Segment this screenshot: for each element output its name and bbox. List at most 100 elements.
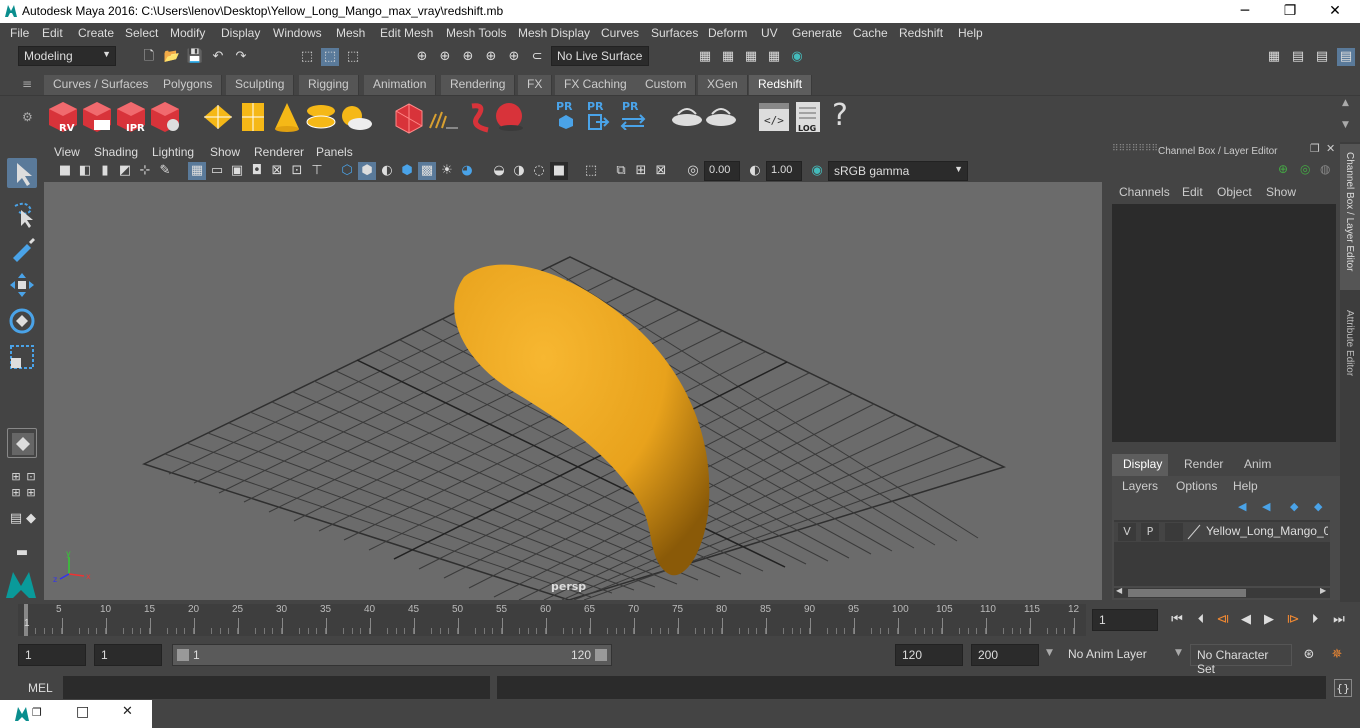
select-component-icon[interactable]: ⬚ — [344, 48, 362, 66]
exposure-icon[interactable]: ◎ — [684, 162, 702, 180]
redo-icon[interactable]: ↷ — [232, 48, 250, 66]
float-panel-icon[interactable]: ❐ — [1310, 142, 1320, 155]
menu-mesh[interactable]: Mesh — [336, 26, 365, 40]
film-gate-icon[interactable]: ▭ — [208, 162, 226, 180]
open-scene-icon[interactable]: 📂 — [163, 48, 181, 66]
rs-pr-export-icon[interactable] — [588, 114, 610, 130]
resolution-gate-icon[interactable]: ▣ — [228, 162, 246, 180]
channel-box-toggle-icon[interactable]: ▤ — [1337, 48, 1355, 66]
image-plane-icon[interactable]: ◩ — [116, 162, 134, 180]
textured-icon[interactable]: ⬢ — [398, 162, 416, 180]
close-window-icon[interactable]: ✕ — [122, 704, 133, 719]
side-tab-attribute-editor[interactable]: Attribute Editor — [1340, 302, 1360, 392]
motion-blur-icon[interactable]: ◒ — [490, 162, 508, 180]
shelf-menu-icon[interactable]: ≡ — [22, 77, 32, 91]
close-panel-icon[interactable]: ✕ — [1326, 142, 1335, 155]
layer-tab-render[interactable]: Render — [1174, 454, 1234, 476]
range-end-handle[interactable] — [595, 649, 607, 661]
safe-title-icon[interactable]: ⊤ — [308, 162, 326, 180]
render-settings-icon[interactable]: ▦ — [765, 48, 783, 66]
isolate-select-icon[interactable]: ⬚ — [582, 162, 600, 180]
use-lights-icon[interactable]: ▩ — [418, 162, 436, 180]
channel-manip-icon[interactable]: ◎ — [1300, 162, 1310, 176]
render-view-rv-icon[interactable]: RV — [46, 100, 80, 134]
move-layer-up-icon[interactable]: ◀ — [1238, 500, 1246, 513]
camera-icon[interactable]: ■ — [56, 162, 74, 180]
ipr-render-icon[interactable]: ▦ — [742, 48, 760, 66]
smooth-shade-icon[interactable]: ⬢ — [358, 162, 376, 180]
rs-sun-sky-icon[interactable] — [338, 102, 374, 132]
go-to-end-icon[interactable]: ⏭ — [1330, 611, 1348, 629]
rotate-tool-icon[interactable] — [7, 306, 37, 336]
maya-home-icon[interactable] — [4, 570, 38, 600]
quad-layout-icon[interactable] — [7, 428, 37, 458]
rs-spot-light-icon[interactable] — [272, 101, 302, 133]
render-current-icon[interactable]: ▦ — [719, 48, 737, 66]
rs-ies-light-icon[interactable] — [304, 102, 338, 132]
animation-prefs-icon[interactable]: ✵ — [1328, 646, 1346, 664]
2d-pan-icon[interactable]: ⊹ — [136, 162, 154, 180]
safe-action-icon[interactable]: ⊡ — [288, 162, 306, 180]
tool-settings-toggle-icon[interactable]: ▤ — [1313, 48, 1331, 66]
menu-modify[interactable]: Modify — [170, 26, 205, 40]
shelf-scroll-up-icon[interactable]: ▲ — [1342, 98, 1349, 108]
rs-curve-icon[interactable] — [464, 100, 494, 134]
snap-curve-icon[interactable]: ⊕ — [436, 48, 454, 66]
panel-grip-icon[interactable]: ⠿⠿⠿⠿⠿⠿⠿ — [1112, 144, 1158, 154]
live-surface-field[interactable]: No Live Surface — [551, 46, 649, 66]
help-icon[interactable]: ? — [832, 98, 848, 133]
xray-active-icon[interactable]: ⊞ — [632, 162, 650, 180]
cb-menu-edit[interactable]: Edit — [1182, 185, 1203, 199]
anim-layer-dropdown[interactable]: No Anim Layer — [1062, 644, 1162, 666]
menu-display[interactable]: Display — [221, 26, 260, 40]
menu-uv[interactable]: UV — [761, 26, 778, 40]
panel-menu-lighting[interactable]: Lighting — [152, 145, 194, 159]
cb-menu-channels[interactable]: Channels — [1119, 185, 1170, 199]
workspace-dropdown[interactable]: Modeling ▼ — [18, 46, 116, 66]
modeling-toolkit-icon[interactable]: ▦ — [1265, 48, 1283, 66]
gate-mask-icon[interactable]: ◘ — [248, 162, 266, 180]
layer-menu-options[interactable]: Options — [1176, 479, 1217, 493]
rs-portal-light-icon[interactable] — [240, 101, 266, 133]
rs-hair-icon[interactable] — [426, 106, 460, 132]
layout-toggle-icon[interactable]: ▬ — [7, 544, 37, 562]
depth-of-field-icon[interactable]: ◌ — [530, 162, 548, 180]
tab-curves-surfaces[interactable]: Curves / Surfaces — [44, 75, 159, 95]
bookmark-icon[interactable]: ▮ — [96, 162, 114, 180]
snap-surface-icon[interactable]: ⊕ — [505, 48, 523, 66]
playback-start-field[interactable]: 1 — [94, 644, 162, 666]
layer-h-scrollbar[interactable]: ◀ ▶ — [1114, 586, 1330, 598]
auto-key-icon[interactable]: ⊛ — [1300, 646, 1318, 664]
menu-edit-mesh[interactable]: Edit Mesh — [380, 26, 433, 40]
panel-menu-view[interactable]: View — [54, 145, 80, 159]
snap-view-icon[interactable]: ⊕ — [482, 48, 500, 66]
character-set-dropdown[interactable]: No Character Set — [1190, 644, 1292, 676]
magnet-icon[interactable]: ⊂ — [528, 48, 546, 66]
animation-end-field[interactable]: 200 — [971, 644, 1039, 666]
menu-help[interactable]: Help — [958, 26, 983, 40]
layer-menu-help[interactable]: Help — [1233, 479, 1258, 493]
render-settings-gear-icon[interactable] — [148, 100, 182, 134]
layout-outliner-icon[interactable]: ⊞ — [22, 484, 40, 502]
colorspace-dropdown[interactable]: sRGB gamma ▼ — [828, 161, 968, 181]
layer-menu-layers[interactable]: Layers — [1122, 479, 1158, 493]
snap-point-icon[interactable]: ⊕ — [459, 48, 477, 66]
rs-proxy-icon[interactable] — [394, 102, 424, 134]
hud-icon[interactable]: ⊠ — [652, 162, 670, 180]
restore-window-icon[interactable]: □ — [76, 704, 89, 720]
channel-display-icon[interactable]: ⊕ — [1278, 162, 1288, 176]
camera-attrs-icon[interactable]: ◧ — [76, 162, 94, 180]
scale-tool-icon[interactable] — [7, 342, 37, 372]
channel-lock-icon[interactable]: ◍ — [1320, 162, 1330, 176]
side-tab-channel-box[interactable]: Channel Box / Layer Editor — [1340, 144, 1360, 290]
grid-toggle-icon[interactable]: ▦ — [188, 162, 206, 180]
tab-rigging[interactable]: Rigging — [299, 75, 359, 95]
persp-viewport[interactable]: y x z persp — [44, 182, 1102, 600]
rs-log-icon[interactable]: LOG — [794, 100, 824, 134]
menu-generate[interactable]: Generate — [792, 26, 842, 40]
tab-sculpting[interactable]: Sculpting — [226, 75, 295, 95]
new-layer-selected-icon[interactable]: ◆ — [1314, 500, 1322, 513]
layer-color-swatch[interactable] — [1186, 523, 1202, 541]
move-tool-icon[interactable] — [7, 270, 37, 300]
menu-surfaces[interactable]: Surfaces — [651, 26, 698, 40]
